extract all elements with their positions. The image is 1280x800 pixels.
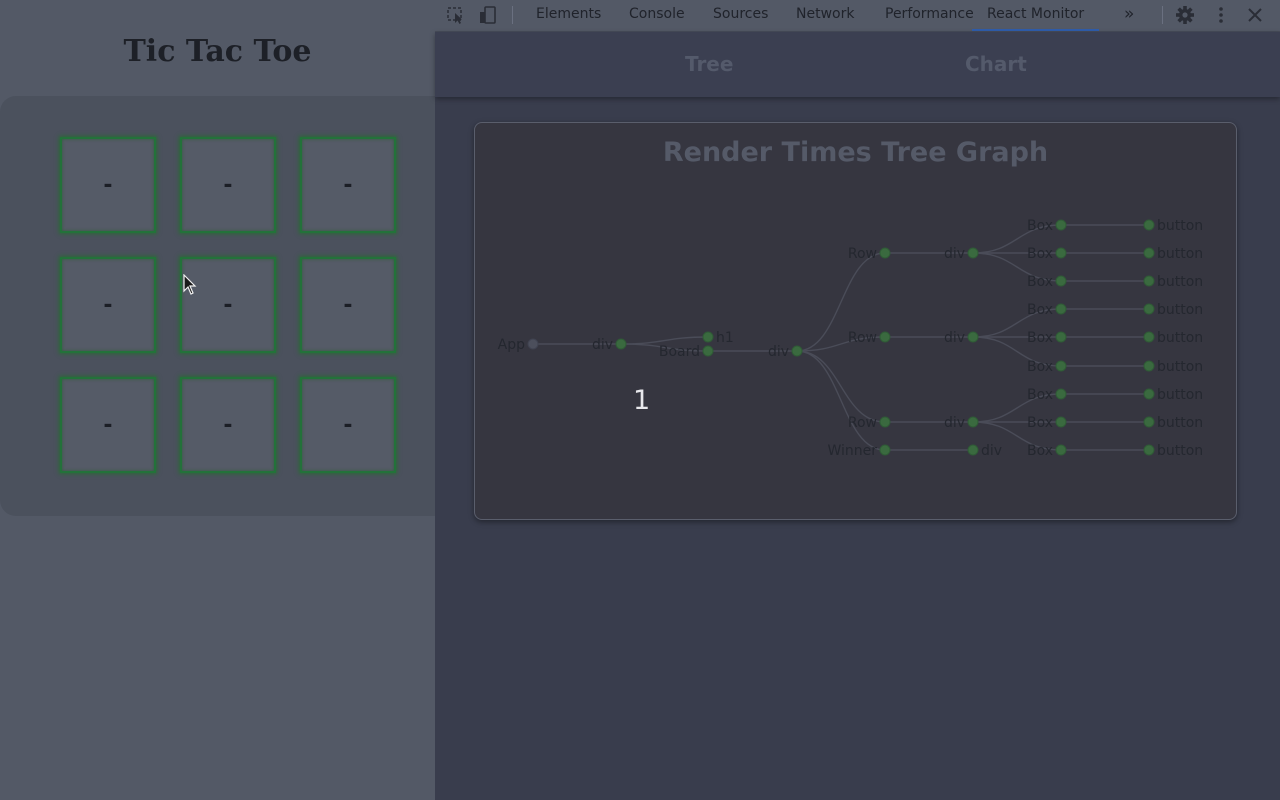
toolbar-divider — [1162, 6, 1163, 24]
node-button[interactable] — [1143, 219, 1155, 231]
node-label-div: div — [944, 246, 965, 262]
node-div[interactable] — [967, 247, 979, 259]
devtools-panel: Elements Console Sources Network Perform… — [435, 0, 1280, 800]
board-cell-8[interactable]: - — [180, 377, 276, 473]
component-tree-graph: App div h1 Board div Row Row Row Winner … — [498, 218, 1204, 459]
board-cell-2[interactable]: - — [180, 137, 276, 233]
node-button[interactable] — [1143, 247, 1155, 259]
node-box[interactable] — [1055, 247, 1067, 259]
more-tabs-icon[interactable]: » — [1124, 0, 1134, 31]
node-div[interactable] — [967, 331, 979, 343]
node-label-row: Row — [848, 415, 877, 431]
node-div[interactable] — [791, 345, 803, 357]
render-count-tooltip: 1 — [633, 385, 651, 416]
node-label-row: Row — [848, 330, 877, 346]
node-h1[interactable] — [702, 331, 714, 343]
node-label-button: button — [1157, 387, 1203, 403]
board-cell-5[interactable]: - — [180, 257, 276, 353]
node-label-box: Box — [1027, 274, 1053, 290]
node-row[interactable] — [879, 416, 891, 428]
node-label-box: Box — [1027, 387, 1053, 403]
node-label-box: Box — [1027, 415, 1053, 431]
node-button[interactable] — [1143, 388, 1155, 400]
node-label-button: button — [1157, 359, 1203, 375]
node-row[interactable] — [879, 247, 891, 259]
node-button[interactable] — [1143, 416, 1155, 428]
close-icon[interactable] — [1244, 5, 1266, 25]
board-cell-7[interactable]: - — [60, 377, 156, 473]
node-button[interactable] — [1143, 360, 1155, 372]
node-label-box: Box — [1027, 330, 1053, 346]
node-label-button: button — [1157, 274, 1203, 290]
nav-tree[interactable]: Tree — [685, 52, 733, 76]
node-row[interactable] — [879, 331, 891, 343]
tab-console[interactable]: Console — [629, 0, 685, 31]
node-box[interactable] — [1055, 388, 1067, 400]
tab-network[interactable]: Network — [796, 0, 854, 31]
node-board[interactable] — [702, 345, 714, 357]
node-label-button: button — [1157, 218, 1203, 234]
node-box[interactable] — [1055, 444, 1067, 456]
toolbar-divider — [512, 6, 513, 24]
node-label-div: div — [944, 330, 965, 346]
node-label-box: Box — [1027, 443, 1053, 459]
node-label-box: Box — [1027, 302, 1053, 318]
node-box[interactable] — [1055, 303, 1067, 315]
node-label-h1: h1 — [716, 330, 734, 346]
node-label-button: button — [1157, 330, 1203, 346]
node-label-div: div — [944, 415, 965, 431]
node-label-button: button — [1157, 415, 1203, 431]
inspect-element-icon[interactable] — [445, 5, 467, 25]
node-label-div: div — [981, 443, 1002, 459]
board-cell-3[interactable]: - — [300, 137, 396, 233]
gear-icon[interactable] — [1174, 5, 1196, 25]
react-monitor-nav: Tree Chart — [435, 32, 1280, 97]
page-title: Tic Tac Toe — [123, 34, 312, 69]
node-label-div: div — [592, 337, 613, 353]
tab-performance[interactable]: Performance — [885, 0, 974, 31]
node-button[interactable] — [1143, 331, 1155, 343]
node-label-app: App — [498, 337, 525, 353]
node-box[interactable] — [1055, 331, 1067, 343]
node-button[interactable] — [1143, 303, 1155, 315]
node-label-box: Box — [1027, 218, 1053, 234]
tab-sources[interactable]: Sources — [713, 0, 768, 31]
tic-tac-toe-page: Tic Tac Toe - - - - - - - - - — [0, 0, 435, 800]
render-times-graph-card: Render Times Tree Graph App div h1 Board… — [474, 122, 1237, 520]
node-label-button: button — [1157, 246, 1203, 262]
kebab-menu-icon[interactable] — [1210, 5, 1232, 25]
node-div[interactable] — [967, 416, 979, 428]
tab-elements[interactable]: Elements — [536, 0, 601, 31]
node-label-row: Row — [848, 246, 877, 262]
node-label-box: Box — [1027, 359, 1053, 375]
node-label-button: button — [1157, 443, 1203, 459]
game-board: - - - - - - - - - — [0, 96, 435, 516]
tab-react-monitor[interactable]: React Monitor — [972, 0, 1100, 31]
node-box[interactable] — [1055, 219, 1067, 231]
node-box[interactable] — [1055, 360, 1067, 372]
device-toolbar-icon[interactable] — [477, 5, 499, 25]
node-button[interactable] — [1143, 444, 1155, 456]
mouse-cursor-icon — [183, 274, 197, 295]
node-label-board: Board — [659, 344, 700, 360]
node-div[interactable] — [615, 338, 627, 350]
node-button[interactable] — [1143, 275, 1155, 287]
node-label-div: div — [768, 344, 789, 360]
node-label-box: Box — [1027, 246, 1053, 262]
node-div[interactable] — [967, 444, 979, 456]
node-box[interactable] — [1055, 275, 1067, 287]
node-winner[interactable] — [879, 444, 891, 456]
node-app[interactable] — [527, 338, 539, 350]
board-cell-9[interactable]: - — [300, 377, 396, 473]
node-label-button: button — [1157, 302, 1203, 318]
nav-chart[interactable]: Chart — [965, 52, 1027, 76]
board-cell-6[interactable]: - — [300, 257, 396, 353]
devtools-toolbar: Elements Console Sources Network Perform… — [435, 0, 1280, 32]
board-cell-4[interactable]: - — [60, 257, 156, 353]
board-cell-1[interactable]: - — [60, 137, 156, 233]
node-box[interactable] — [1055, 416, 1067, 428]
node-label-winner: Winner — [827, 443, 877, 459]
